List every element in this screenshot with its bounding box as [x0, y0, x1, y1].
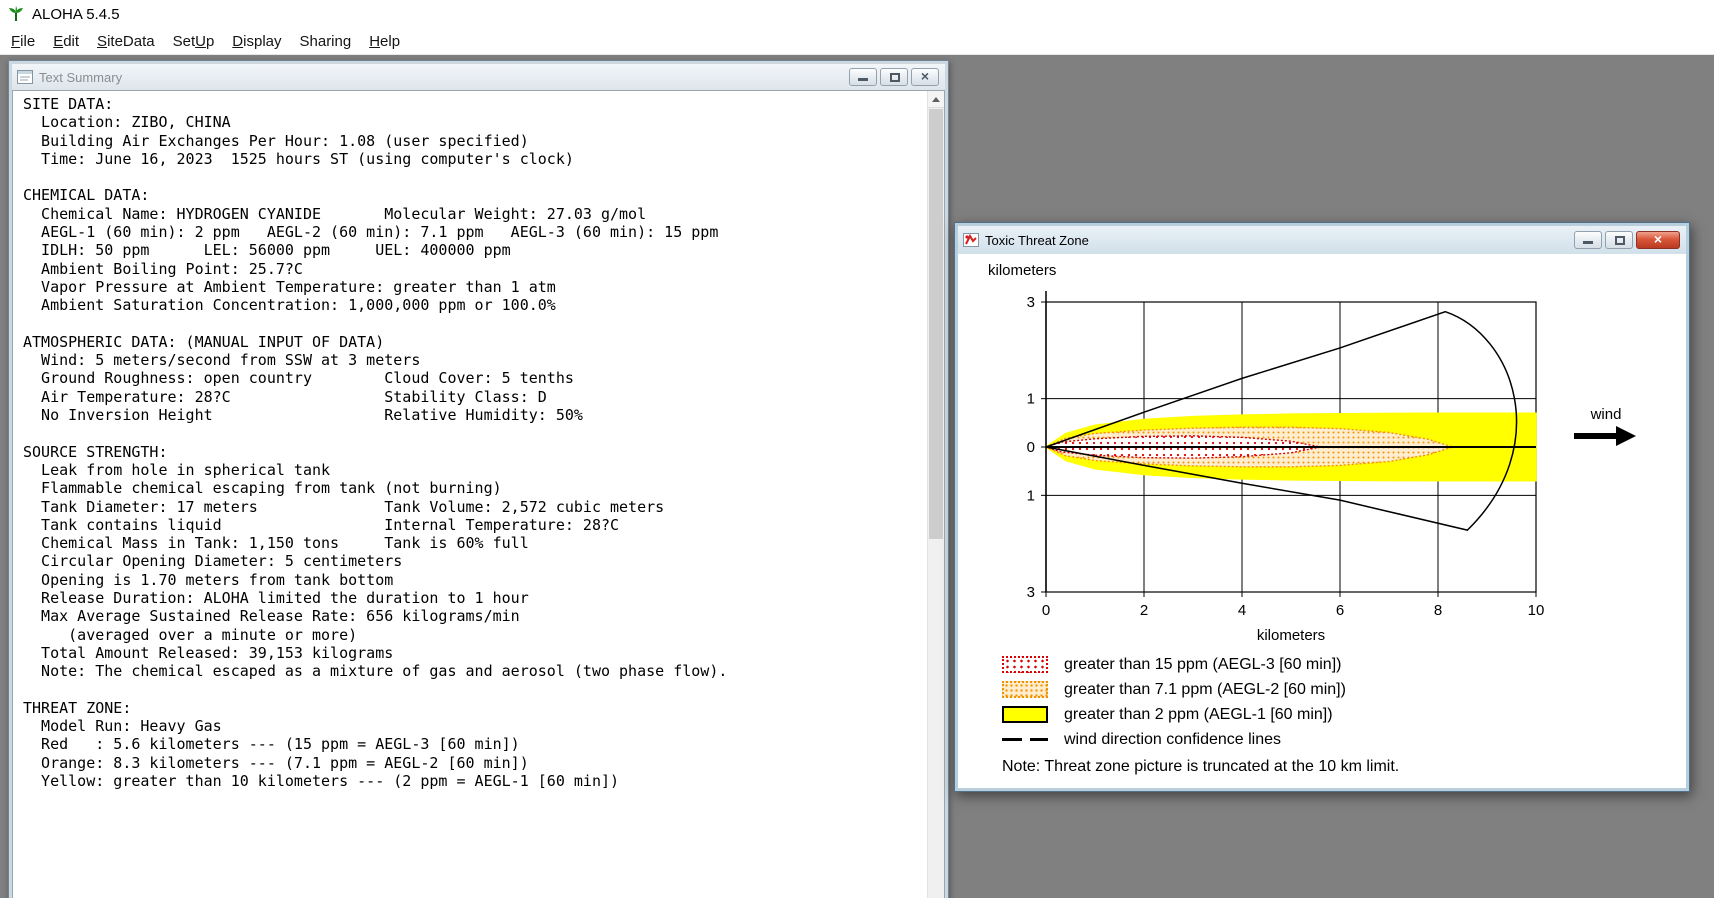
app-title: ALOHA 5.4.5 [32, 5, 120, 23]
menu-item-setup[interactable]: SetUp [164, 29, 224, 54]
toxic-threat-zone-title: Toxic Threat Zone [985, 232, 1089, 248]
svg-text:8: 8 [1434, 602, 1442, 619]
text-summary-window-controls: × [849, 68, 939, 86]
svg-text:4: 4 [1238, 602, 1246, 619]
menu-item-file[interactable]: File [2, 29, 44, 54]
threat-legend: greater than 15 ppm (AEGL-3 [60 min]) gr… [1002, 652, 1399, 776]
svg-text:10: 10 [1528, 602, 1545, 619]
truncation-note: Note: Threat zone picture is truncated a… [1002, 758, 1400, 775]
text-summary-icon [17, 70, 33, 84]
toxic-threat-zone-window: Toxic Threat Zone × kilometers 0 2 4 6 8… [954, 222, 1690, 792]
toxic-threat-zone-window-controls: × [1574, 231, 1680, 249]
x-axis-title: kilometers [1257, 627, 1325, 644]
svg-text:0: 0 [1027, 439, 1035, 456]
scroll-thumb[interactable] [929, 109, 943, 539]
scroll-up-button[interactable] [928, 91, 944, 108]
menu-item-display[interactable]: Display [223, 29, 290, 54]
y-axis-title: kilometers [988, 262, 1057, 279]
orange-zone-swatch [1002, 681, 1048, 698]
toxic-threat-zone-icon [963, 233, 979, 247]
menu-item-edit[interactable]: Edit [44, 29, 88, 54]
text-summary-content: SITE DATA: Location: ZIBO, CHINA Buildin… [12, 90, 945, 898]
svg-text:2: 2 [1140, 602, 1148, 619]
maximize-icon [1615, 236, 1625, 245]
minimize-button[interactable] [849, 68, 877, 86]
wind-label: wind [1590, 406, 1622, 423]
red-zone-swatch [1002, 656, 1048, 673]
legend-label: greater than 15 ppm (AEGL-3 [60 min]) [1064, 655, 1342, 673]
close-icon: × [1653, 231, 1663, 247]
minimize-icon [1583, 241, 1593, 244]
aloha-app-icon [7, 5, 25, 23]
svg-text:0: 0 [1042, 602, 1050, 619]
svg-text:1: 1 [1027, 391, 1035, 408]
menu-item-sitedata[interactable]: SiteData [88, 29, 164, 54]
minimize-button[interactable] [1574, 231, 1602, 249]
svg-text:3: 3 [1027, 584, 1035, 601]
close-button[interactable]: × [1636, 231, 1680, 249]
legend-item-aegl1: greater than 2 ppm (AEGL-1 [60 min]) [1002, 702, 1399, 727]
wind-arrow-icon [1574, 426, 1636, 446]
menu-item-sharing[interactable]: Sharing [291, 29, 361, 54]
legend-item-confidence-lines: wind direction confidence lines [1002, 727, 1399, 752]
svg-text:6: 6 [1336, 602, 1344, 619]
svg-text:1: 1 [1027, 487, 1035, 504]
legend-label: greater than 2 ppm (AEGL-1 [60 min]) [1064, 705, 1333, 723]
maximize-icon [890, 73, 900, 82]
maximize-button[interactable] [1605, 231, 1633, 249]
vertical-scrollbar[interactable] [927, 91, 944, 898]
toxic-threat-zone-content: kilometers 0 2 4 6 8 10 3 1 0 1 3 kilometers [958, 254, 1686, 788]
close-button[interactable]: × [911, 68, 939, 86]
legend-item-aegl3: greater than 15 ppm (AEGL-3 [60 min]) [1002, 652, 1399, 677]
menu-item-help[interactable]: Help [360, 29, 409, 54]
minimize-icon [858, 78, 868, 81]
mdi-workspace: Text Summary × SITE DATA: Location: ZIBO… [0, 55, 1714, 898]
aloha-application-window: ALOHA 5.4.5 File Edit SiteData SetUp Display… [0, 0, 1714, 898]
threat-zone-plot: 0 2 4 6 8 1031013kilometers [1027, 291, 1545, 644]
maximize-button[interactable] [880, 68, 908, 86]
text-summary-title: Text Summary [39, 69, 123, 85]
confidence-lines-swatch [1002, 738, 1048, 741]
text-summary-text: SITE DATA: Location: ZIBO, CHINA Buildin… [23, 95, 728, 790]
text-summary-window: Text Summary × SITE DATA: Location: ZIBO… [8, 60, 949, 898]
legend-item-aegl2: greater than 7.1 ppm (AEGL-2 [60 min]) [1002, 677, 1399, 702]
legend-label: greater than 7.1 ppm (AEGL-2 [60 min]) [1064, 680, 1346, 698]
svg-text:3: 3 [1027, 294, 1035, 311]
legend-label: wind direction confidence lines [1064, 730, 1282, 748]
toxic-threat-zone-titlebar[interactable]: Toxic Threat Zone × [958, 226, 1686, 254]
menu-bar: File Edit SiteData SetUp Display Sharing Help [0, 28, 1714, 55]
close-icon: × [920, 68, 930, 84]
wind-indicator: wind [1564, 406, 1648, 447]
app-titlebar[interactable]: ALOHA 5.4.5 [0, 0, 1714, 28]
text-summary-titlebar[interactable]: Text Summary × [12, 64, 945, 90]
yellow-zone-swatch [1002, 706, 1048, 723]
